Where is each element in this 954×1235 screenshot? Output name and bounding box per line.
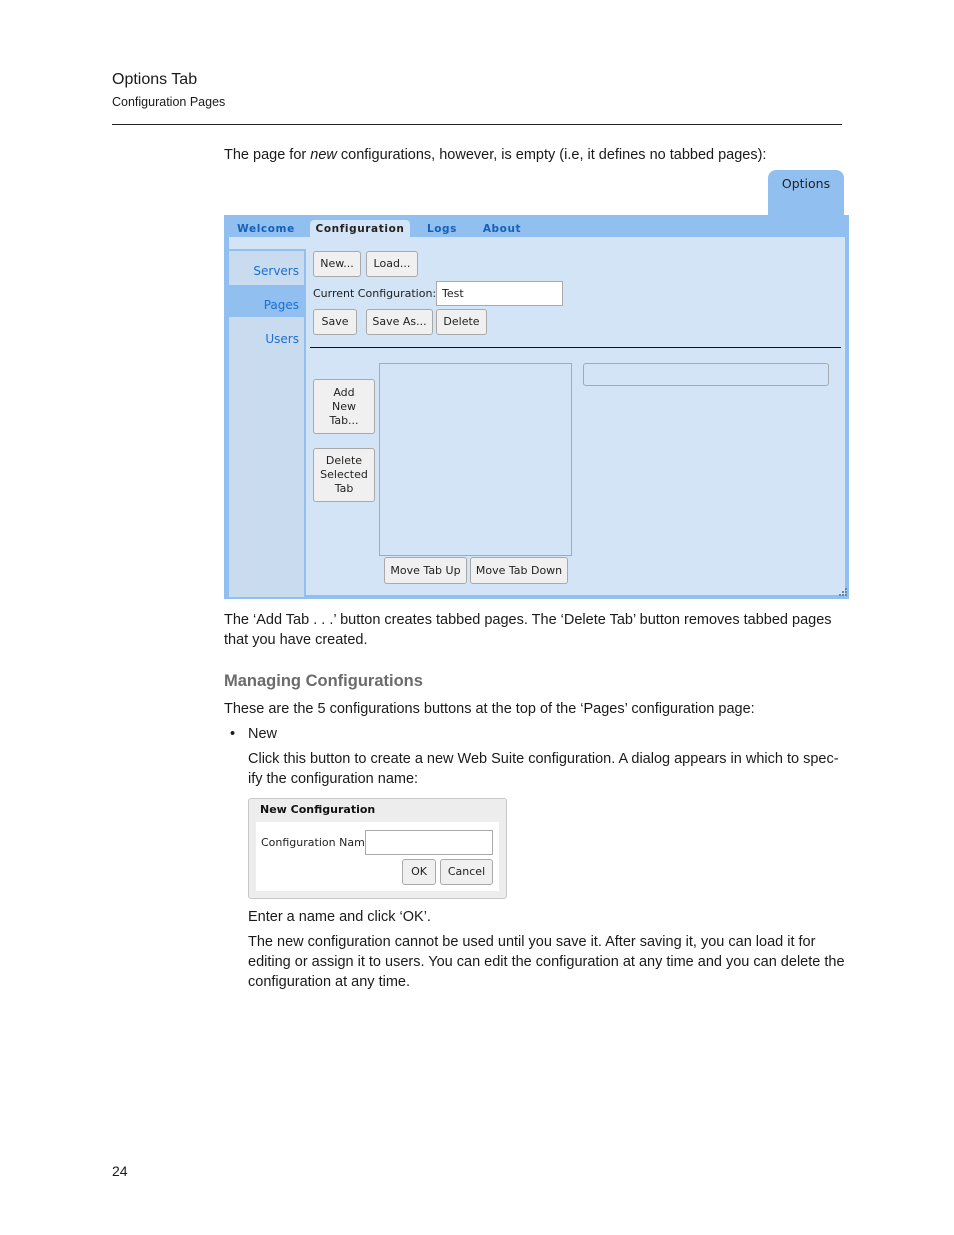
intro-text-start: The page for	[224, 147, 311, 163]
buttons-intro: These are the 5 configurations buttons a…	[224, 701, 755, 717]
delete-button[interactable]: Delete	[436, 309, 487, 335]
load-button-label: Load...	[373, 257, 411, 270]
cancel-button[interactable]: Cancel	[440, 859, 493, 885]
running-head-subtitle: Configuration Pages	[112, 95, 226, 109]
delete-selected-tab-button-label: Delete Selected Tab	[320, 454, 368, 495]
options-tab[interactable]: Options	[768, 170, 844, 216]
resize-grip-icon[interactable]	[838, 588, 848, 598]
side-nav-servers[interactable]: Servers	[229, 251, 304, 283]
save-as-button-label: Save As...	[372, 315, 427, 328]
new-button-label: New...	[320, 257, 354, 270]
bullet-item-new: New	[248, 726, 278, 742]
section-divider	[310, 347, 841, 348]
page-number: 24	[112, 1163, 128, 1179]
add-new-tab-button[interactable]: Add New Tab...	[313, 379, 375, 434]
current-configuration-input[interactable]: Test	[436, 281, 563, 306]
save-button-label: Save	[321, 315, 349, 328]
add-tab-description: The ‘Add Tab . . .’ button creates tabbe…	[224, 612, 832, 648]
tab-name-field[interactable]	[583, 363, 829, 386]
save-note: The new configuration cannot be used unt…	[248, 934, 845, 990]
cancel-button-label: Cancel	[447, 865, 486, 878]
save-as-button[interactable]: Save As...	[366, 309, 433, 335]
add-new-tab-button-label: Add New Tab...	[329, 385, 359, 427]
tab-configuration[interactable]: Configuration	[310, 220, 410, 237]
tab-about[interactable]: About	[478, 220, 526, 237]
dialog-title: New Configuration	[260, 803, 376, 816]
delete-selected-tab-button[interactable]: Delete Selected Tab	[313, 448, 375, 502]
delete-button-label: Delete	[443, 315, 480, 328]
current-configuration-label: Current Configuration:	[313, 287, 437, 300]
intro-paragraph: The page for new configurations, however…	[224, 145, 766, 165]
move-tab-down-button[interactable]: Move Tab Down	[470, 557, 568, 584]
load-button[interactable]: Load...	[366, 251, 418, 277]
move-tab-up-button[interactable]: Move Tab Up	[384, 557, 467, 584]
tab-welcome[interactable]: Welcome	[230, 220, 302, 237]
enter-name-instruction: Enter a name and click ‘OK’.	[248, 909, 431, 925]
header-rule	[112, 124, 842, 125]
new-button-description: Click this button to create a new Web Su…	[248, 751, 839, 787]
configuration-name-input[interactable]	[365, 830, 493, 855]
save-button[interactable]: Save	[313, 309, 357, 335]
move-tab-up-button-label: Move Tab Up	[390, 563, 461, 577]
move-tab-down-button-label: Move Tab Down	[475, 563, 563, 577]
intro-text-end: configurations, however, is empty (i.e, …	[336, 147, 767, 163]
tab-logs[interactable]: Logs	[420, 220, 464, 237]
running-head-title: Options Tab	[112, 71, 198, 88]
ok-button-label: OK	[411, 865, 427, 878]
side-nav-users[interactable]: Users	[229, 319, 304, 351]
bullet-icon: •	[230, 726, 236, 742]
new-button[interactable]: New...	[313, 251, 361, 277]
side-nav-pages[interactable]: Pages	[229, 285, 304, 317]
intro-emphasis: new	[310, 147, 337, 163]
configuration-name-label: Configuration Name:	[261, 836, 376, 849]
section-heading: Managing Configurations	[224, 672, 423, 690]
tab-list[interactable]	[379, 363, 572, 556]
ok-button[interactable]: OK	[402, 859, 436, 885]
